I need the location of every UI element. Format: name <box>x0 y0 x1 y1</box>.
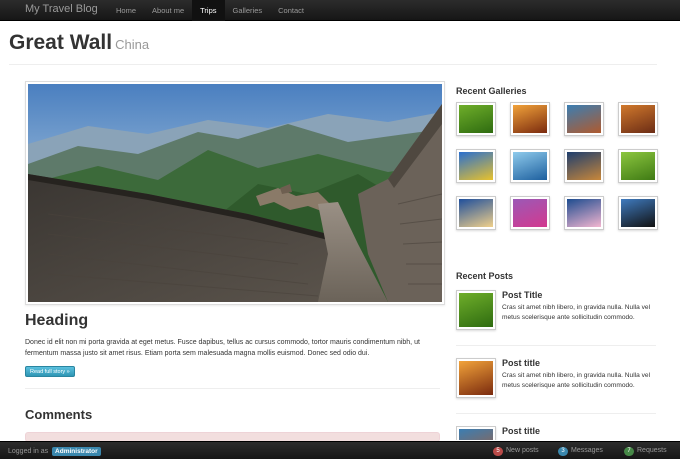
header-divider <box>9 64 657 65</box>
post-body: Donec id elit non mi porta gravida at eg… <box>25 339 420 357</box>
requests-link[interactable]: 7 Requests <box>624 447 667 456</box>
water-drop-thumb <box>513 152 547 180</box>
post-thumbnail[interactable] <box>456 358 496 398</box>
coast-rocks-thumb <box>459 429 493 440</box>
nav-about-me[interactable]: About me <box>144 0 192 21</box>
gallery-thumbnail[interactable] <box>618 196 658 230</box>
recent-posts-title: Recent Posts <box>456 271 514 281</box>
post-title-link[interactable]: Post title <box>502 358 540 368</box>
great-wall-illustration <box>28 84 442 302</box>
top-navbar: My Travel Blog Home About me Trips Galle… <box>0 0 680 21</box>
sunset-sea-thumb <box>459 361 493 395</box>
user-badge[interactable]: Administrator <box>52 447 101 456</box>
content-divider <box>25 388 440 389</box>
post-title-link[interactable]: Post Title <box>502 290 542 300</box>
post-excerpt: Cras sit amet nibh libero, in gravida nu… <box>502 304 651 321</box>
recent-post-item[interactable]: Post Title Cras sit amet nibh libero, in… <box>456 290 656 336</box>
logged-in-label: Logged in as <box>8 448 49 455</box>
gallery-thumbnail[interactable] <box>456 196 496 230</box>
great-wall-photo <box>25 81 445 305</box>
new-posts-label: New posts <box>506 447 539 454</box>
green-grass-thumb <box>621 152 655 180</box>
nav-galleries[interactable]: Galleries <box>225 0 271 21</box>
gallery-thumbnail[interactable] <box>564 149 604 183</box>
nav-contact[interactable]: Contact <box>270 0 312 21</box>
gallery-thumbnail[interactable] <box>510 102 550 136</box>
recent-post-item[interactable]: Post title <box>456 426 656 440</box>
read-full-story-button[interactable]: Read full story » <box>25 366 75 377</box>
main-nav: Home About me Trips Galleries Contact <box>108 0 312 21</box>
pink-blossom-thumb <box>567 199 601 227</box>
requests-count: 7 <box>624 447 634 456</box>
coast-rocks-thumb <box>567 105 601 133</box>
gallery-thumbnail[interactable] <box>564 196 604 230</box>
sunset-sea-thumb <box>513 105 547 133</box>
brand-link[interactable]: My Travel Blog <box>25 3 98 15</box>
post-divider <box>456 345 656 346</box>
requests-label: Requests <box>637 447 667 454</box>
page-header: Great Wall China <box>9 31 149 55</box>
post-heading: Heading <box>25 312 89 329</box>
login-status: Logged in as Administrator <box>8 447 101 456</box>
recent-post-item[interactable]: Post title Cras sit amet nibh libero, in… <box>456 358 656 404</box>
nav-home[interactable]: Home <box>108 0 144 21</box>
post-thumbnail[interactable] <box>456 426 496 440</box>
bottom-status-bar: Logged in as Administrator 5 New posts 3M… <box>0 441 680 459</box>
dark-tree-thumb <box>621 199 655 227</box>
purple-flower-thumb <box>513 199 547 227</box>
gallery-thumbnail[interactable] <box>564 102 604 136</box>
post-thumbnail[interactable] <box>456 290 496 330</box>
new-posts-link[interactable]: 5 New posts <box>493 447 539 456</box>
autumn-tree-thumb <box>621 105 655 133</box>
gallery-thumbnail[interactable] <box>510 149 550 183</box>
blue-sky-thumb <box>459 199 493 227</box>
post-title-link[interactable]: Post title <box>502 426 540 436</box>
messages-label: Messages <box>571 447 603 454</box>
messages-count: 3 <box>558 447 568 456</box>
messages-link[interactable]: 3 Messages <box>558 447 603 456</box>
gallery-thumbnail[interactable] <box>456 149 496 183</box>
gallery-thumbnail[interactable] <box>618 149 658 183</box>
post-divider <box>456 413 656 414</box>
page-subtitle: China <box>115 37 150 52</box>
gallery-thumbnail[interactable] <box>510 196 550 230</box>
page-title: Great Wall <box>9 31 113 54</box>
green-leaf-thumb <box>459 105 493 133</box>
comments-heading: Comments <box>25 407 93 422</box>
new-posts-count: 5 <box>493 447 503 456</box>
gallery-thumbnail[interactable] <box>618 102 658 136</box>
dusk-landscape-thumb <box>567 152 601 180</box>
yellow-flowers-thumb <box>459 152 493 180</box>
nav-trips[interactable]: Trips <box>192 0 225 21</box>
gallery-thumbnail[interactable] <box>456 102 496 136</box>
green-leaf-thumb <box>459 293 493 327</box>
recent-galleries-title: Recent Galleries <box>456 86 527 96</box>
post-excerpt: Cras sit amet nibh libero, in gravida nu… <box>502 372 651 389</box>
